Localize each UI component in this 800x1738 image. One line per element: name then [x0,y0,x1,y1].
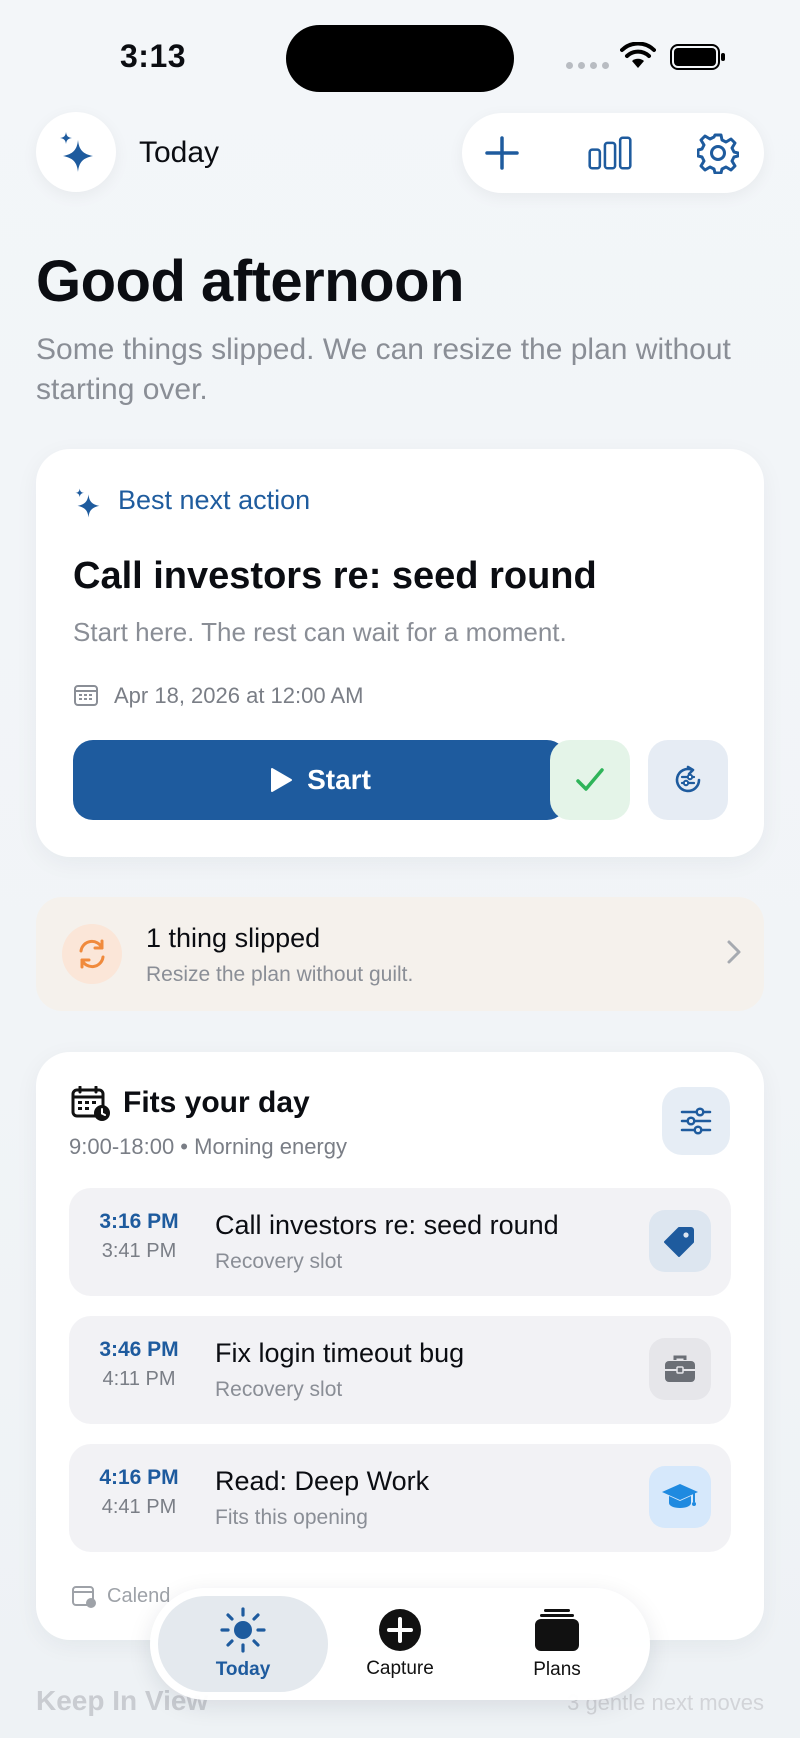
best-next-action-card: Best next action Call investors re: seed… [36,449,764,857]
play-icon [271,768,293,792]
stack-icon [535,1609,579,1651]
slipped-title: 1 thing slipped [146,923,321,953]
briefcase-icon [649,1338,711,1400]
fits-your-day-card: Fits your day 9:00-18:00 • Morning energ… [36,1052,764,1640]
sliders-icon [680,1107,712,1135]
tab-capture[interactable]: Capture [315,1596,485,1692]
refresh-icon [62,924,122,984]
settings-button[interactable] [696,131,740,175]
filter-button[interactable] [662,1087,730,1155]
header-actions [462,113,764,193]
calendar-clock-icon [71,1086,110,1121]
slot-title: Call investors re: seed round [215,1210,559,1240]
graduation-cap-icon [649,1466,711,1528]
slot-title: Read: Deep Work [215,1466,430,1496]
sparkle-icon [75,488,100,518]
sparkle-icon [60,132,93,172]
start-button-label: Start [307,764,371,795]
tab-plans-label: Plans [533,1659,581,1680]
task-subtitle: Start here. The rest can wait for a mome… [73,617,567,647]
slipped-subtitle: Resize the plan without guilt. [146,963,414,986]
reschedule-button[interactable] [648,740,728,820]
slot-subtitle: Recovery slot [215,1250,343,1273]
fits-title: Fits your day [123,1086,310,1119]
tab-today-label: Today [215,1659,271,1680]
plus-icon [485,136,519,170]
calendar-footer: Calend [71,1584,170,1608]
reschedule-icon [675,765,701,793]
battery-icon [670,44,725,70]
slot-start-time: 3:16 PM [99,1210,179,1233]
tab-today[interactable]: Today [158,1596,328,1692]
plus-circle-icon [379,1609,421,1651]
checkmark-icon [576,768,604,791]
tag-icon [649,1210,711,1272]
schedule-slot[interactable]: 3:46 PM 4:11 PM Fix login timeout bug Re… [69,1316,731,1424]
slot-end-time: 3:41 PM [101,1240,177,1262]
tab-bar: Today Capture Plans [150,1588,650,1700]
status-time: 3:13 [120,38,187,74]
fits-subtitle: 9:00-18:00 • Morning energy [69,1134,347,1159]
brand-button[interactable] [36,112,116,192]
slot-title: Fix login timeout bug [215,1338,465,1368]
slot-start-time: 3:46 PM [99,1338,179,1361]
tab-plans[interactable]: Plans [472,1596,642,1692]
task-title[interactable]: Call investors re: seed round [73,555,597,598]
stats-button[interactable] [588,131,632,175]
slot-subtitle: Fits this opening [215,1506,368,1529]
calendar-icon [72,1586,96,1608]
dynamic-island [286,25,514,92]
calendar-icon [74,685,98,706]
schedule-slot[interactable]: 4:16 PM 4:41 PM Read: Deep Work Fits thi… [69,1444,731,1552]
slipped-banner[interactable]: 1 thing slipped Resize the plan without … [36,897,764,1011]
sun-icon [220,1607,266,1653]
status-bar: 3:13 [0,0,800,100]
gear-icon [697,133,739,174]
page-title: Today [139,136,220,169]
complete-button[interactable] [550,740,630,820]
signal-icon [566,62,609,69]
greeting-title: Good afternoon [36,249,464,314]
slot-end-time: 4:41 PM [101,1496,177,1518]
add-button[interactable] [480,131,524,175]
slot-subtitle: Recovery slot [215,1378,343,1401]
chevron-right-icon [727,940,741,964]
wifi-icon [620,42,656,68]
best-next-label: Best next action [118,485,311,515]
tab-capture-label: Capture [366,1658,434,1679]
bar-chart-icon [588,136,632,170]
schedule-slot[interactable]: 3:16 PM 3:41 PM Call investors re: seed … [69,1188,731,1296]
greeting-subtitle: Some things slipped. We can resize the p… [36,333,731,406]
calendar-footer-label: Calend [107,1584,171,1607]
slot-start-time: 4:16 PM [99,1466,179,1489]
task-due-date: Apr 18, 2026 at 12:00 AM [114,683,364,708]
start-button[interactable]: Start [73,740,567,820]
slot-end-time: 4:11 PM [102,1368,176,1390]
